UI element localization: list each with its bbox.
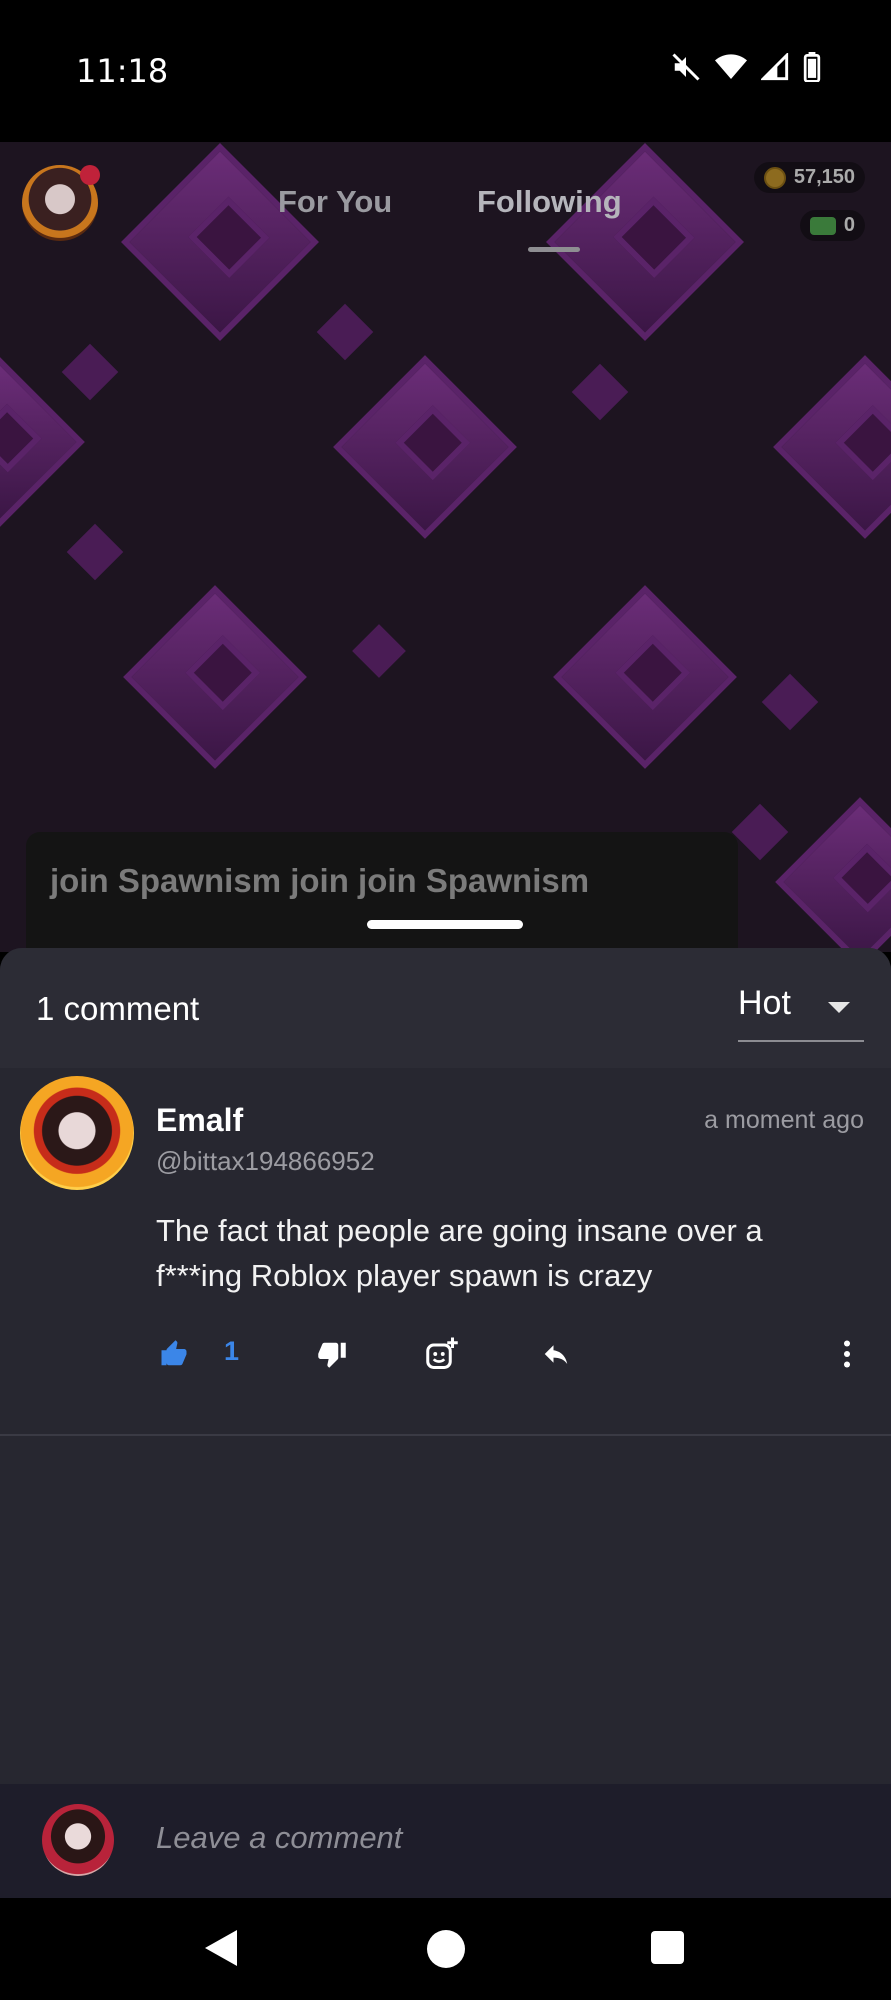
more-vertical-icon: [843, 1340, 851, 1368]
mute-icon: [672, 53, 700, 81]
feed-video-background[interactable]: [0, 142, 891, 952]
decor-diamond: [553, 585, 737, 769]
my-avatar: [42, 1804, 114, 1876]
decor-diamond: [61, 343, 119, 401]
add-emoji-icon: [426, 1337, 458, 1369]
decor-diamond: [123, 585, 307, 769]
commenter-avatar[interactable]: [20, 1076, 134, 1190]
wifi-icon: [715, 54, 747, 79]
cash-icon: [809, 216, 836, 235]
reply-button[interactable]: [536, 1324, 576, 1384]
decor-diamond: [333, 355, 517, 539]
tab-following[interactable]: Following: [477, 184, 622, 220]
status-bar: 11:18: [0, 0, 891, 142]
reply-icon: [544, 1345, 568, 1364]
thumbs-up-icon: [161, 1340, 187, 1366]
comments-header: 1 comment Hot: [0, 948, 891, 1068]
decor-diamond: [316, 303, 374, 361]
system-nav-bar: [0, 1898, 891, 2000]
coins-count: 57,150: [793, 166, 855, 188]
active-tab-indicator: [528, 247, 580, 252]
post-caption-box: join Spawnism join join Spawnism: [26, 832, 738, 952]
decor-diamond: [546, 143, 744, 341]
comment-compose-bar: [0, 1784, 891, 1898]
back-icon[interactable]: [205, 1930, 237, 1966]
coins-balance[interactable]: 57,150: [753, 162, 865, 193]
status-icons: [671, 52, 821, 82]
comments-sheet: 1 comment Hot Emalf @bittax194866952 a m…: [0, 948, 891, 1898]
thumbs-down-icon: [318, 1342, 346, 1368]
recents-icon[interactable]: [651, 1931, 684, 1964]
decor-diamond: [775, 797, 891, 952]
tab-for-you[interactable]: For You: [278, 184, 392, 220]
add-reaction-button[interactable]: [420, 1324, 464, 1384]
sheet-drag-handle[interactable]: [367, 920, 523, 929]
comment-timestamp: a moment ago: [704, 1106, 864, 1134]
decor-diamond: [121, 143, 319, 341]
decor-diamond: [731, 803, 789, 861]
decor-diamond: [773, 355, 891, 539]
coin-icon: [763, 166, 786, 189]
like-button[interactable]: [154, 1324, 194, 1384]
signal-icon: [761, 53, 789, 81]
sort-selected: Hot: [738, 984, 791, 1022]
comment-count: 1 comment: [36, 990, 200, 1027]
post-caption: join Spawnism join join Spawnism: [50, 862, 590, 899]
cash-count: 0: [843, 214, 855, 236]
decor-diamond: [761, 673, 819, 731]
comment-input[interactable]: [156, 1820, 836, 1856]
status-time: 11:18: [76, 52, 169, 90]
sort-dropdown[interactable]: Hot: [738, 984, 864, 1042]
comment-actions: 1: [0, 1324, 891, 1384]
battery-icon: [803, 52, 821, 82]
more-options-button[interactable]: [834, 1324, 860, 1384]
dislike-button[interactable]: [312, 1324, 352, 1384]
commenter-name[interactable]: Emalf: [156, 1102, 243, 1139]
home-icon[interactable]: [427, 1930, 465, 1968]
decor-diamond: [66, 523, 124, 581]
like-count: 1: [224, 1336, 240, 1366]
comment-body: The fact that people are going insane ov…: [156, 1213, 763, 1293]
decor-diamond: [571, 363, 629, 421]
chevron-down-icon: [828, 1002, 850, 1013]
commenter-handle: @bittax194866952: [156, 1146, 375, 1176]
cash-balance[interactable]: 0: [799, 210, 865, 241]
notification-dot: [80, 165, 100, 185]
decor-diamond: [352, 624, 406, 678]
comment-item: Emalf @bittax194866952 a moment ago The …: [0, 1068, 891, 1436]
